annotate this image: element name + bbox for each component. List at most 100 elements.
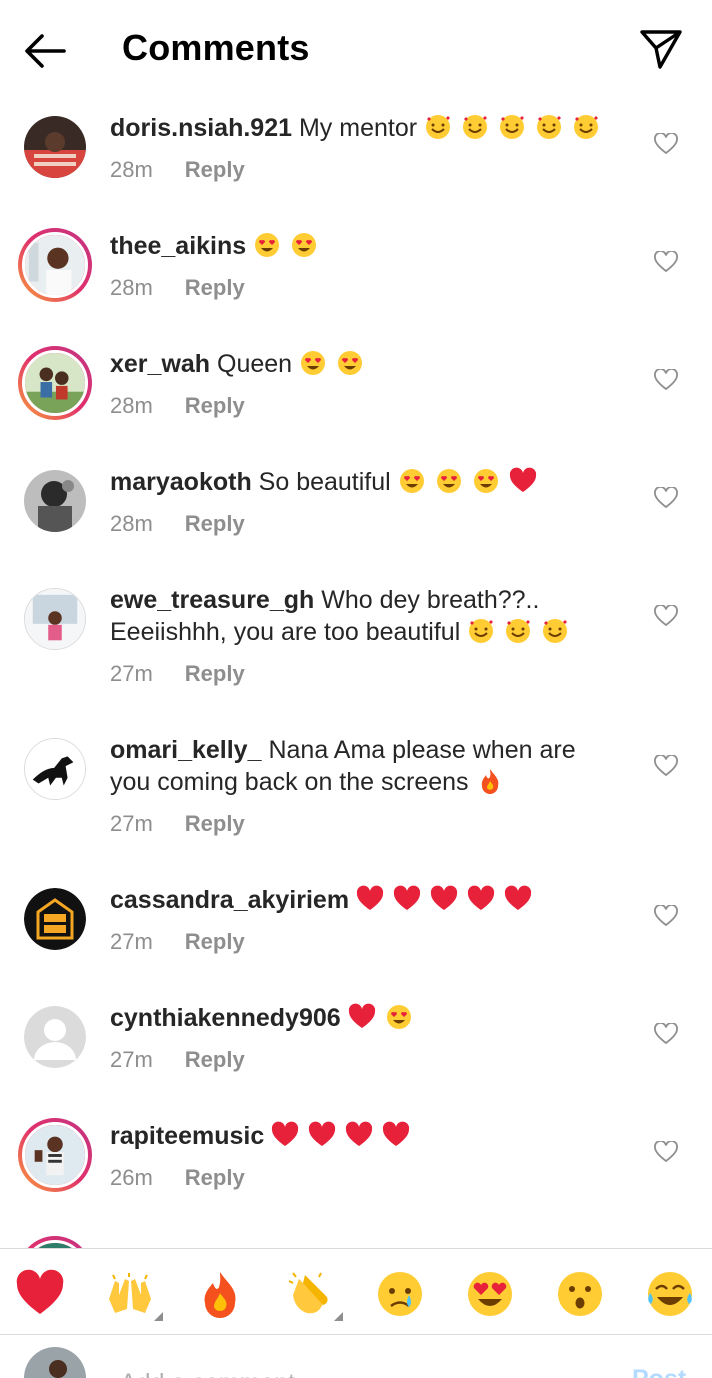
- comment-list[interactable]: doris.nsiah.921 My mentor 28m Reply thee_…: [0, 100, 712, 1248]
- reply-button[interactable]: Reply: [185, 511, 245, 536]
- comment-username[interactable]: xer_wah: [110, 350, 210, 378]
- reaction-fire[interactable]: [195, 1269, 245, 1319]
- crying-face-icon: [378, 1272, 422, 1316]
- comment-time: 28m: [110, 511, 153, 536]
- like-heart-icon[interactable]: [654, 1141, 678, 1163]
- comment-text: cynthiakennedy906: [110, 1002, 630, 1034]
- red-heart-icon: [16, 1269, 64, 1314]
- raising-hands-icon: [109, 1273, 151, 1313]
- like-heart-icon[interactable]: [654, 487, 678, 509]
- tears-of-joy-icon: [648, 1272, 692, 1316]
- comment-time: 27m: [110, 1047, 153, 1072]
- smiling-hearts-emoji-icon: [469, 619, 494, 643]
- comment-username[interactable]: thee_aikins: [110, 232, 246, 260]
- reply-button[interactable]: Reply: [185, 929, 245, 954]
- reaction-raising-hands[interactable]: [105, 1269, 163, 1321]
- reply-button[interactable]: Reply: [185, 1047, 245, 1072]
- comment-username[interactable]: cynthiakennedy906: [110, 1004, 341, 1032]
- like-heart-icon[interactable]: [654, 251, 678, 273]
- comment-meta: 26m Reply: [110, 1165, 245, 1191]
- comment-text: rapiteemusic: [110, 1120, 630, 1152]
- comment-item: cynthiakennedy906 27m Reply: [0, 990, 712, 1108]
- comment-username[interactable]: rapiteemusic: [110, 1122, 264, 1150]
- comment-text: thee_aikins: [110, 230, 630, 262]
- comment-username[interactable]: doris.nsiah.921: [110, 114, 292, 142]
- comment-username[interactable]: omari_kelly_: [110, 736, 262, 764]
- like-heart-icon[interactable]: [654, 755, 678, 777]
- emoji-group: [476, 768, 506, 796]
- avatar[interactable]: [18, 346, 92, 420]
- reaction-red-heart[interactable]: [15, 1269, 65, 1319]
- fire-emoji-icon: [481, 769, 498, 794]
- avatar[interactable]: [18, 1236, 92, 1248]
- direct-send-icon[interactable]: [636, 24, 686, 74]
- smiling-hearts-emoji-icon: [462, 115, 487, 139]
- reaction-tears-of-joy[interactable]: [645, 1269, 695, 1319]
- like-heart-icon[interactable]: [654, 369, 678, 391]
- comment-time: 28m: [110, 275, 153, 300]
- clapping-hands-icon: [288, 1272, 328, 1314]
- comment-time: 28m: [110, 157, 153, 182]
- comment-meta: 27m Reply: [110, 811, 245, 837]
- reaction-crying-face[interactable]: [375, 1269, 425, 1319]
- comment-time: 27m: [110, 811, 153, 836]
- comment-meta: 28m Reply: [110, 511, 245, 537]
- reply-button[interactable]: Reply: [185, 157, 245, 182]
- quick-reaction-bar: [0, 1249, 712, 1335]
- comment-time: 27m: [110, 661, 153, 686]
- reply-button[interactable]: Reply: [185, 811, 245, 836]
- reply-button[interactable]: Reply: [185, 1165, 245, 1190]
- reaction-surprised-face[interactable]: [555, 1269, 605, 1319]
- back-arrow-icon[interactable]: [20, 26, 70, 76]
- comment-body: Who dey breath??..: [321, 586, 540, 614]
- avatar[interactable]: [24, 888, 86, 950]
- smiling-hearts-emoji-icon: [543, 619, 568, 643]
- comment-username[interactable]: maryaokoth: [110, 468, 252, 496]
- comment-body: Nana Ama please when are: [268, 736, 576, 764]
- comment-meta: 27m Reply: [110, 661, 245, 687]
- smiling-hearts-emoji-icon: [536, 115, 561, 139]
- emoji-group: [356, 885, 534, 914]
- comment-text: xer_wah Queen: [110, 348, 630, 380]
- comment-item-partial: [0, 1226, 712, 1248]
- avatar[interactable]: [24, 738, 86, 800]
- comment-time: 28m: [110, 393, 153, 418]
- like-heart-icon[interactable]: [654, 133, 678, 155]
- reply-button[interactable]: Reply: [185, 275, 245, 300]
- comment-username[interactable]: ewe_treasure_gh: [110, 586, 314, 614]
- reply-button[interactable]: Reply: [185, 661, 245, 686]
- heart-eyes-emoji-icon: [436, 469, 461, 493]
- like-heart-icon[interactable]: [654, 905, 678, 927]
- heart-eyes-emoji-icon: [337, 351, 362, 375]
- comment-time: 26m: [110, 1165, 153, 1190]
- smiling-hearts-emoji-icon: [506, 619, 531, 643]
- post-button[interactable]: Post: [632, 1365, 686, 1378]
- heart-eyes-emoji-icon: [255, 233, 280, 257]
- avatar[interactable]: [24, 1006, 86, 1068]
- red-heart-emoji-icon: [382, 1121, 410, 1146]
- avatar[interactable]: [24, 116, 86, 178]
- avatar[interactable]: [24, 588, 86, 650]
- reaction-clapping-hands[interactable]: [285, 1269, 343, 1321]
- reaction-heart-eyes[interactable]: [465, 1269, 515, 1319]
- red-heart-emoji-icon: [509, 467, 536, 492]
- heart-eyes-emoji-icon: [292, 233, 317, 257]
- comment-username[interactable]: cassandra_akyiriem: [110, 886, 349, 914]
- avatar[interactable]: [18, 228, 92, 302]
- heart-eyes-emoji-icon: [399, 469, 424, 493]
- page-title: Comments: [122, 27, 310, 68]
- comment-item: maryaokoth So beautiful 28m Reply: [0, 454, 712, 572]
- heart-eyes-emoji-icon: [386, 1005, 411, 1029]
- comment-meta: 27m Reply: [110, 929, 245, 955]
- emoji-group: [299, 350, 366, 378]
- avatar[interactable]: [18, 1118, 92, 1192]
- add-comment-input[interactable]: [120, 1363, 580, 1378]
- reply-button[interactable]: Reply: [185, 393, 245, 418]
- avatar[interactable]: [24, 470, 86, 532]
- like-heart-icon[interactable]: [654, 1023, 678, 1045]
- like-heart-icon[interactable]: [654, 605, 678, 627]
- comment-item: ewe_treasure_gh Who dey breath??.. Eeeii…: [0, 572, 712, 722]
- comment-item: omari_kelly_ Nana Ama please when are yo…: [0, 722, 712, 872]
- red-heart-emoji-icon: [356, 885, 384, 910]
- red-heart-emoji-icon: [345, 1121, 373, 1146]
